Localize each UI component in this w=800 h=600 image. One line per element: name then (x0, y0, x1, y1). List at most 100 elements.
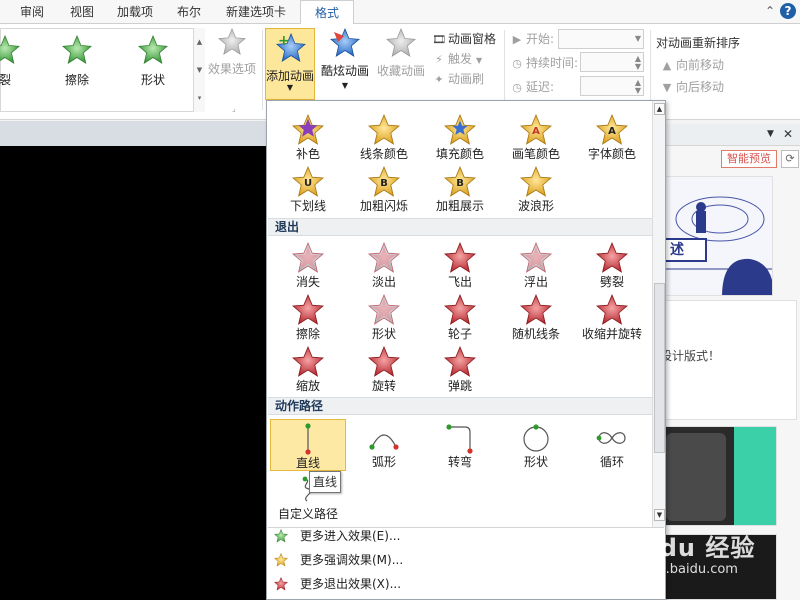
effect-item[interactable]: B 加粗展示 (422, 163, 498, 215)
duration-spinner[interactable]: ▲ ▼ (580, 52, 644, 72)
dropdown-arrow-icon: ▼ (476, 56, 483, 65)
gallery-expand-icon[interactable]: ▾ (194, 84, 205, 112)
start-select[interactable]: ▼ (558, 29, 644, 49)
tab-format[interactable]: 格式 (300, 0, 354, 25)
animation-brush-button[interactable]: ✦ 动画刷 (432, 70, 484, 88)
arc-path-icon (369, 434, 399, 450)
scroll-up-icon[interactable]: ▲ (654, 103, 665, 115)
trigger-icon: ⚡ (435, 53, 443, 66)
template-card[interactable]: 设计版式！ (659, 300, 797, 420)
effect-item[interactable]: 形状 (346, 291, 422, 343)
close-icon[interactable]: ✕ (783, 127, 793, 141)
effect-options-button[interactable]: 效果选项 (206, 28, 258, 77)
gallery-item-label: 形状 (140, 73, 165, 87)
animation-pane-button[interactable]: 🎞 动画窗格 (432, 30, 496, 48)
cool-animation-button[interactable]: 酷炫动画 ▼ (320, 28, 370, 90)
split-out-star-icon (596, 242, 628, 273)
complementary-color-star-icon (292, 114, 324, 145)
effect-item[interactable]: 轮子 (422, 291, 498, 343)
effect-item[interactable]: 填充颜色 (422, 111, 498, 163)
effect-label: 淡出 (371, 275, 396, 289)
help-icon[interactable]: ? (780, 3, 796, 19)
turn-path-icon (446, 424, 473, 454)
effect-item[interactable]: 消失 (270, 239, 346, 291)
pane-header: ▼ ✕ (659, 124, 800, 146)
effect-item[interactable]: 波浪形 (498, 163, 574, 215)
svg-text:B: B (380, 178, 388, 189)
fill-color-star-icon (444, 114, 476, 145)
effect-item[interactable]: 浮出 (498, 239, 574, 291)
trigger-button[interactable]: ⚡ 触发 ▼ (432, 50, 482, 68)
shape-star-icon (138, 35, 168, 65)
add-animation-button[interactable]: + 添加动画 ▼ (265, 28, 315, 100)
effect-item[interactable]: 弹跳 (422, 343, 498, 395)
reorder-title: 对动画重新排序 (656, 36, 741, 50)
refresh-icon[interactable]: ⟳ (781, 150, 799, 168)
collect-star-icon (386, 28, 416, 58)
effect-item[interactable]: A 字体颜色 (574, 111, 650, 163)
effect-item[interactable]: 循环 (574, 419, 650, 471)
effect-label: 消失 (295, 275, 320, 289)
effect-item[interactable]: 形状 (498, 419, 574, 471)
slide-canvas[interactable] (0, 146, 268, 600)
effect-item[interactable]: U 下划线 (270, 163, 346, 215)
effect-item[interactable]: A 画笔颜色 (498, 111, 574, 163)
exit-star-icon (274, 577, 288, 591)
gallery-scrollbar[interactable]: ▲ ▼ ▾ (193, 28, 205, 112)
effect-item[interactable]: 淡出 (346, 239, 422, 291)
tab-boolean[interactable]: 布尔 (166, 0, 212, 24)
effect-item[interactable]: 弧形 (346, 419, 422, 471)
move-later-button[interactable]: ▼ 向后移动 (660, 78, 724, 96)
effect-item[interactable]: 线条颜色 (346, 111, 422, 163)
ribbon-tab-bar: 审阅 视图 加载项 布尔 新建选项卡 格式 ⌃ ? (0, 0, 800, 25)
effect-item[interactable]: 补色 (270, 111, 346, 163)
chevron-down-icon[interactable]: ▼ (194, 56, 205, 84)
animation-dropdown: 补色 线条颜色 填充颜色 A 画笔颜色 A 字体颜色 U 下划线 B 加粗闪烁 B 加粗展示 波浪形 退出… (266, 100, 666, 600)
effect-item[interactable]: 随机线条 (498, 291, 574, 343)
tab-addins[interactable]: 加载项 (108, 0, 162, 24)
font-color-star-icon: A (596, 114, 628, 145)
gallery-item-wipe[interactable]: 擦除 (47, 35, 107, 88)
pane-menu-icon[interactable]: ▼ (767, 129, 774, 139)
more-entrance-effects[interactable]: 更多进入效果(E)... (268, 525, 664, 547)
effect-item[interactable]: 直线 (270, 419, 346, 471)
tab-new-tab[interactable]: 新建选项卡 (216, 0, 296, 24)
move-earlier-button[interactable]: ▲ 向前移动 (660, 56, 724, 74)
template-card[interactable]: 述 (659, 176, 773, 296)
start-label: ▶ 开始: (510, 30, 554, 48)
delay-label: ◷ 延迟: (510, 78, 554, 96)
dialog-launcher-icon[interactable]: ⌟ (232, 104, 236, 113)
template-card[interactable] (659, 426, 777, 526)
minimize-ribbon-icon[interactable]: ⌃ (762, 3, 778, 19)
effect-item[interactable]: 劈裂 (574, 239, 650, 291)
more-emphasis-effects[interactable]: 更多强调效果(M)... (268, 549, 664, 571)
effect-item[interactable]: 转弯 (422, 419, 498, 471)
gallery-item-shape[interactable]: 形状 (123, 35, 183, 88)
scroll-thumb[interactable] (654, 283, 665, 453)
more-exit-effects[interactable]: 更多退出效果(X)... (268, 573, 664, 595)
tab-view[interactable]: 视图 (60, 0, 104, 24)
effect-item[interactable]: 旋转 (346, 343, 422, 395)
effect-item[interactable]: 擦除 (270, 291, 346, 343)
chevron-up-icon[interactable]: ▲ (194, 28, 205, 56)
triangle-up-icon: ▲ (662, 59, 672, 72)
bold-flash-star-icon: B (368, 166, 400, 197)
scroll-down-icon[interactable]: ▼ (654, 509, 665, 521)
wave-star-icon (520, 166, 552, 197)
wipe-out-star-icon (292, 294, 324, 325)
exit-section-header: 退出 (268, 218, 653, 236)
effect-item[interactable]: 缩放 (270, 343, 346, 395)
dropdown-scrollbar[interactable]: ▲ ▼ (652, 101, 665, 527)
ribbon-separator (262, 30, 263, 110)
delay-spinner[interactable]: ▲ ▼ (580, 76, 644, 96)
smart-preview-button[interactable]: 智能预览 (721, 150, 777, 168)
effect-item[interactable]: 收缩并旋转 (574, 291, 650, 343)
cool-animation-star-icon (330, 28, 360, 58)
collect-animation-button[interactable]: 收藏动画 (376, 28, 426, 79)
effect-label: 弹跳 (447, 379, 472, 393)
effect-label: 浮出 (523, 275, 548, 289)
gallery-item-split[interactable]: 裂 (0, 35, 35, 88)
effect-item[interactable]: B 加粗闪烁 (346, 163, 422, 215)
effect-item[interactable]: 飞出 (422, 239, 498, 291)
tab-review[interactable]: 审阅 (8, 0, 56, 24)
